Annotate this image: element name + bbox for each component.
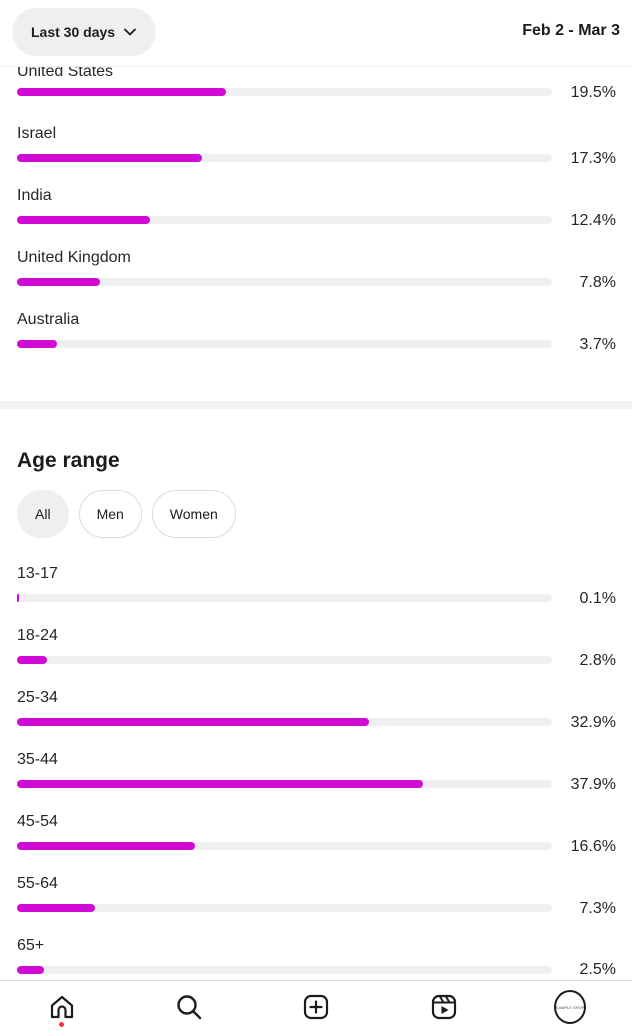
date-range-dropdown-label: Last 30 days: [31, 24, 116, 40]
bar-track: [17, 216, 552, 224]
bar-track: [17, 718, 552, 726]
nav-home[interactable]: [46, 991, 78, 1027]
date-range-dropdown[interactable]: Last 30 days: [12, 8, 157, 56]
nav-profile[interactable]: SAMPLE SHOP: [554, 990, 586, 1024]
age-percent: 16.6%: [570, 838, 616, 855]
country-row: Israel 17.3%: [17, 125, 616, 185]
country-label: United States: [17, 67, 114, 80]
age-percent: 2.5%: [579, 961, 616, 978]
country-label: Australia: [17, 311, 80, 328]
gender-filter: All Men Women: [17, 490, 236, 538]
bar-track: [17, 966, 552, 974]
insights-scroll-area[interactable]: United States 19.5% Israel 17.3% India 1…: [0, 67, 632, 980]
age-label: 25-34: [17, 689, 58, 706]
country-row: India 12.4%: [17, 187, 616, 247]
bar-track: [17, 904, 552, 912]
search-icon: [177, 995, 202, 1020]
bar-track: [17, 88, 552, 96]
bar-track: [17, 656, 552, 664]
filter-all-chip[interactable]: All: [17, 490, 69, 538]
date-range-text: Feb 2 - Mar 3: [522, 22, 620, 39]
bar-fill: [17, 966, 44, 974]
bar-fill: [17, 780, 423, 788]
create-icon: [303, 994, 329, 1020]
bottom-navigation: SAMPLE SHOP: [0, 980, 632, 1031]
country-row: United Kingdom 7.8%: [17, 249, 616, 309]
reels-icon: [431, 994, 457, 1020]
section-divider: [0, 401, 632, 409]
nav-reels[interactable]: [428, 991, 460, 1023]
age-row: 45-54 16.6%: [17, 813, 616, 873]
bar-track: [17, 340, 552, 348]
bar-fill: [17, 340, 57, 348]
bar-fill: [17, 718, 370, 726]
age-label: 45-54: [17, 813, 58, 830]
age-label: 55-64: [17, 875, 58, 892]
country-row: United States 19.5%: [17, 67, 616, 123]
age-row: 13-17 0.1%: [17, 565, 616, 625]
age-label: 65+: [17, 937, 45, 954]
filter-men-chip[interactable]: Men: [78, 490, 142, 538]
country-percent: 17.3%: [570, 150, 616, 167]
section-title: Age range: [17, 449, 120, 472]
home-icon: [50, 995, 74, 1019]
age-row: 35-44 37.9%: [17, 751, 616, 811]
age-percent: 0.1%: [579, 590, 616, 607]
bar-fill: [17, 842, 195, 850]
bar-fill: [17, 278, 101, 286]
age-label: 18-24: [17, 627, 58, 644]
country-percent: 7.8%: [579, 274, 616, 291]
notification-dot: [59, 1022, 64, 1027]
age-percent: 37.9%: [570, 776, 616, 793]
nav-search[interactable]: [173, 991, 205, 1023]
bar-track: [17, 278, 552, 286]
age-row: 25-34 32.9%: [17, 689, 616, 749]
country-percent: 19.5%: [570, 84, 616, 101]
avatar-text: SAMPLE SHOP: [555, 1004, 585, 1010]
age-percent: 7.3%: [579, 900, 616, 917]
country-label: United Kingdom: [17, 249, 131, 266]
bar-track: [17, 780, 552, 788]
age-row: 55-64 7.3%: [17, 875, 616, 935]
bar-track: [17, 154, 552, 162]
bar-fill: [17, 216, 150, 224]
nav-create[interactable]: [300, 991, 332, 1023]
bar-fill: [17, 154, 203, 162]
bar-fill: [17, 594, 19, 602]
country-label: Israel: [17, 125, 57, 142]
age-percent: 2.8%: [579, 652, 616, 669]
age-row: 18-24 2.8%: [17, 627, 616, 687]
filter-women-chip[interactable]: Women: [151, 490, 236, 538]
bar-fill: [17, 656, 47, 664]
country-row: Australia 3.7%: [17, 311, 616, 371]
chevron-down-icon: [124, 28, 136, 36]
age-label: 35-44: [17, 751, 58, 768]
age-percent: 32.9%: [570, 714, 616, 731]
country-percent: 12.4%: [570, 212, 616, 229]
top-bar: Last 30 days Feb 2 - Mar 3: [0, 0, 632, 67]
country-label: India: [17, 187, 52, 204]
age-row: 65+ 2.5%: [17, 937, 616, 980]
bar-fill: [17, 904, 96, 912]
bar-track: [17, 594, 552, 602]
country-percent: 3.7%: [579, 336, 616, 353]
profile-avatar: SAMPLE SHOP: [554, 990, 586, 1024]
bar-track: [17, 842, 552, 850]
bar-fill: [17, 88, 226, 96]
age-label: 13-17: [17, 565, 58, 582]
